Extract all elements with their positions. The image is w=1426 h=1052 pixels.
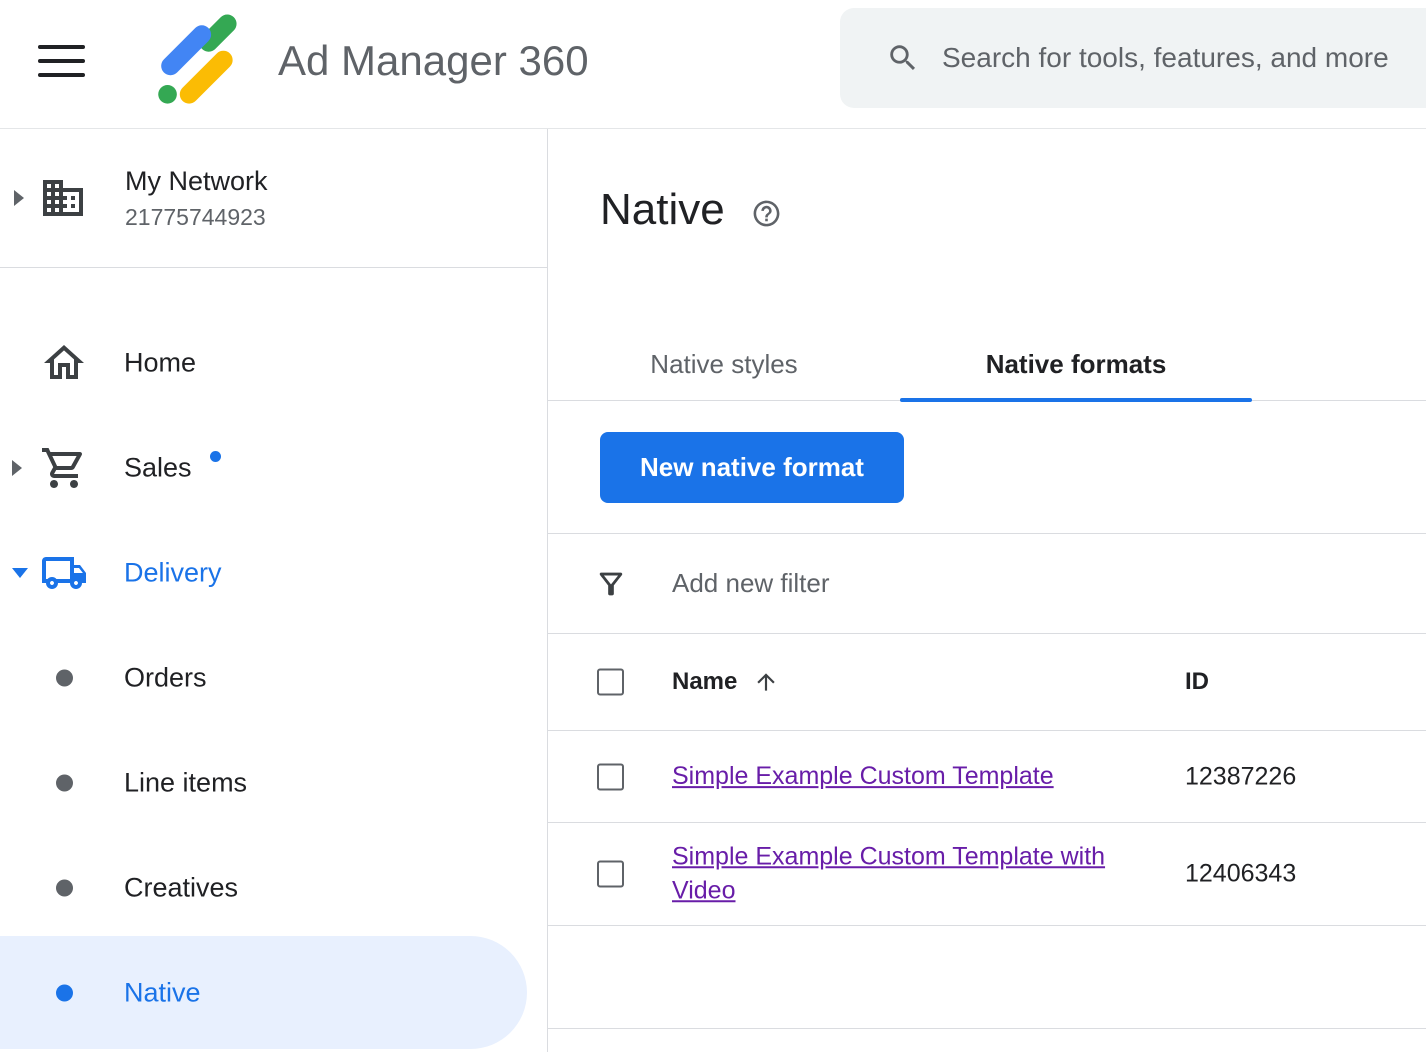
column-header-name-label: Name bbox=[672, 668, 737, 696]
column-header-id[interactable]: ID bbox=[1185, 668, 1209, 696]
tab-bar: Native styles Native formats bbox=[548, 328, 1426, 401]
tab-native-formats[interactable]: Native formats bbox=[900, 328, 1252, 400]
table-row: Simple Example Custom Template 12387226 bbox=[548, 731, 1426, 823]
page-title: Native bbox=[600, 185, 725, 235]
network-info: My Network 21775744923 bbox=[125, 166, 268, 231]
selected-item-highlight bbox=[0, 936, 527, 1049]
sidebar-item-label: Orders bbox=[124, 662, 207, 693]
cart-icon bbox=[40, 444, 88, 492]
row-id: 12406343 bbox=[1185, 860, 1296, 889]
table-header-row: Name ID bbox=[548, 633, 1426, 731]
sidebar-item-delivery[interactable]: Delivery bbox=[0, 520, 547, 625]
sidebar-item-orders[interactable]: Orders bbox=[0, 625, 547, 730]
sidebar-item-label: Native bbox=[124, 977, 201, 1008]
row-checkbox[interactable] bbox=[597, 763, 624, 790]
add-filter-label: Add new filter bbox=[672, 568, 830, 599]
sidebar-nav: Home Sales Delivery Orders bbox=[0, 310, 547, 1045]
new-native-format-button[interactable]: New native format bbox=[600, 432, 904, 503]
sidebar-item-creatives[interactable]: Creatives bbox=[0, 835, 547, 940]
column-header-name[interactable]: Name bbox=[672, 668, 779, 696]
sidebar-item-home[interactable]: Home bbox=[0, 310, 547, 415]
sort-ascending-icon[interactable] bbox=[753, 669, 779, 695]
search-icon bbox=[886, 41, 920, 75]
select-all-checkbox[interactable] bbox=[597, 669, 624, 696]
home-icon bbox=[40, 339, 88, 387]
notification-dot bbox=[210, 451, 221, 462]
sidebar-item-label: Creatives bbox=[124, 872, 238, 903]
network-building-icon bbox=[39, 174, 87, 222]
ad-manager-logo-icon bbox=[146, 14, 240, 108]
hamburger-bar bbox=[38, 59, 85, 63]
global-search-box[interactable] bbox=[840, 8, 1426, 108]
empty-table-area bbox=[548, 926, 1426, 1029]
sidebar-item-native[interactable]: Native bbox=[0, 940, 547, 1045]
bullet-icon bbox=[56, 984, 73, 1001]
bullet-icon bbox=[56, 879, 73, 896]
search-input[interactable] bbox=[942, 42, 1412, 74]
screen: Ad Manager 360 My Network 21775744923 bbox=[0, 0, 1426, 1052]
bullet-icon bbox=[56, 774, 73, 791]
sidebar-item-label: Home bbox=[124, 347, 196, 378]
bullet-icon bbox=[56, 669, 73, 686]
table-row: Simple Example Custom Template with Vide… bbox=[548, 823, 1426, 926]
chevron-right-icon bbox=[14, 190, 24, 206]
page-title-row: Native bbox=[600, 185, 782, 235]
filter-funnel-icon bbox=[594, 567, 628, 601]
sidebar-item-sales[interactable]: Sales bbox=[0, 415, 547, 520]
main-content: Native Native styles Native formats New … bbox=[548, 129, 1426, 1052]
app-title: Ad Manager 360 bbox=[278, 37, 589, 85]
sidebar-item-label: Sales bbox=[124, 452, 192, 483]
help-icon[interactable] bbox=[751, 198, 782, 229]
top-app-bar: Ad Manager 360 bbox=[0, 0, 1426, 129]
chevron-right-icon bbox=[12, 460, 22, 476]
chevron-down-icon bbox=[12, 568, 28, 578]
sidebar: My Network 21775744923 Home Sales bbox=[0, 129, 548, 1052]
tab-native-styles[interactable]: Native styles bbox=[548, 328, 900, 400]
sidebar-item-line-items[interactable]: Line items bbox=[0, 730, 547, 835]
hamburger-menu-button[interactable] bbox=[38, 45, 85, 77]
filter-bar[interactable]: Add new filter bbox=[548, 533, 1426, 633]
native-format-link[interactable]: Simple Example Custom Template with Vide… bbox=[672, 840, 1142, 908]
truck-icon bbox=[40, 549, 88, 597]
network-name: My Network bbox=[125, 166, 268, 197]
native-format-link[interactable]: Simple Example Custom Template bbox=[672, 760, 1054, 794]
sidebar-item-label: Line items bbox=[124, 767, 247, 798]
network-id: 21775744923 bbox=[125, 204, 268, 231]
network-selector[interactable]: My Network 21775744923 bbox=[0, 129, 547, 268]
sidebar-item-label: Delivery bbox=[124, 557, 222, 588]
hamburger-bar bbox=[38, 45, 85, 49]
row-id: 12387226 bbox=[1185, 762, 1296, 791]
row-checkbox[interactable] bbox=[597, 861, 624, 888]
hamburger-bar bbox=[38, 73, 85, 77]
